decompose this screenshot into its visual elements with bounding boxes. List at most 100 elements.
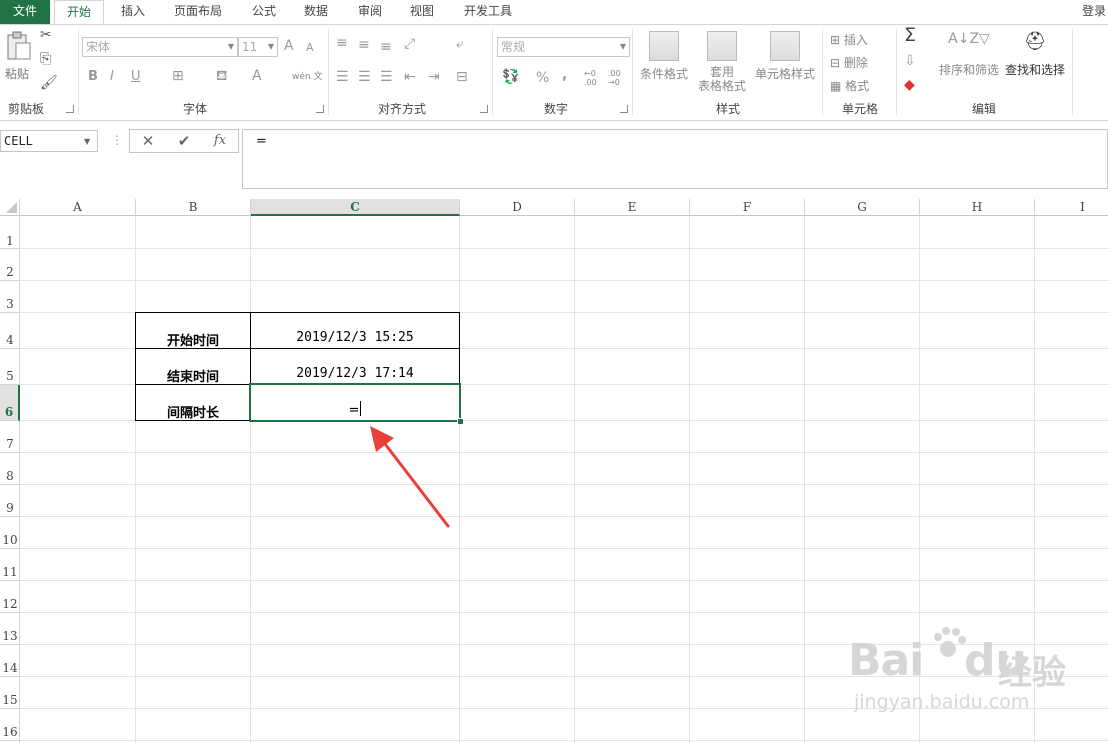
align-left-icon[interactable]: ☰ xyxy=(336,69,349,85)
fill-color-icon[interactable]: ⛾ xyxy=(216,68,227,84)
row-header-16[interactable]: 16 xyxy=(0,709,20,741)
row-header-10[interactable]: 10 xyxy=(0,517,20,549)
tab-file[interactable]: 文件 xyxy=(0,0,50,24)
font-name-select[interactable]: 宋体 ▼ xyxy=(82,37,238,57)
row-header-3[interactable]: 3 xyxy=(0,281,20,313)
select-all-icon xyxy=(6,202,17,213)
align-top-icon[interactable]: ≡ xyxy=(336,35,348,51)
clipboard-launcher-icon[interactable] xyxy=(66,105,74,113)
row-header-7[interactable]: 7 xyxy=(0,421,20,453)
number-format-select[interactable]: 常规 ▼ xyxy=(497,37,630,57)
column-header-e[interactable]: E xyxy=(575,199,690,216)
row-header-9[interactable]: 9 xyxy=(0,485,20,517)
border-icon[interactable]: ⊞ xyxy=(172,68,184,84)
tab-view[interactable]: 视图 xyxy=(402,0,442,24)
cell-c5[interactable]: 2019/12/3 17:14 xyxy=(250,348,460,385)
select-all-corner[interactable] xyxy=(0,199,20,216)
column-header-h[interactable]: H xyxy=(920,199,1035,216)
percent-button[interactable]: % xyxy=(536,70,549,86)
row-header-2[interactable]: 2 xyxy=(0,249,20,281)
decrease-decimal-button[interactable]: .00 →0 xyxy=(608,69,630,87)
format-painter-icon[interactable]: 🖌 xyxy=(40,75,58,91)
decrease-indent-icon[interactable]: ⇤ xyxy=(404,69,416,85)
number-launcher-icon[interactable] xyxy=(620,105,628,113)
cell-b6[interactable]: 间隔时长 xyxy=(135,384,251,421)
grow-font-icon[interactable]: A xyxy=(284,38,294,54)
sign-in-link[interactable]: 登录 xyxy=(1080,0,1108,24)
row-header-8[interactable]: 8 xyxy=(0,453,20,485)
row-header-14[interactable]: 14 xyxy=(0,645,20,677)
align-right-icon[interactable]: ☰ xyxy=(380,69,393,85)
tab-data[interactable]: 数据 xyxy=(296,0,336,24)
comma-button[interactable]: , xyxy=(562,67,567,83)
shrink-font-icon[interactable]: A xyxy=(306,40,314,56)
insert-cells-button[interactable]: ⊞ 插入 xyxy=(830,31,868,48)
row-header-6[interactable]: 6 xyxy=(0,385,20,421)
find-select-button[interactable]: ⛑ 查找和选择 xyxy=(1002,31,1068,78)
column-header-f[interactable]: F xyxy=(690,199,805,216)
column-header-a[interactable]: A xyxy=(20,199,136,216)
enter-icon[interactable]: ✔ xyxy=(172,130,196,152)
tab-formulas[interactable]: 公式 xyxy=(244,0,284,24)
increase-indent-icon[interactable]: ⇥ xyxy=(428,69,440,85)
fill-handle[interactable] xyxy=(457,418,464,425)
cell-b4[interactable]: 开始时间 xyxy=(135,312,251,349)
row-header-1[interactable]: 1 xyxy=(0,216,20,249)
bold-button[interactable]: B xyxy=(88,69,98,85)
fill-icon[interactable]: ⇩ xyxy=(904,53,916,69)
splitter-handle[interactable]: ⋮ xyxy=(111,133,123,147)
cell-styles-button[interactable]: 单元格样式 xyxy=(752,31,818,82)
wrap-text-icon[interactable]: ⤶ xyxy=(456,36,464,52)
row-header-5[interactable]: 5 xyxy=(0,349,20,385)
orientation-icon[interactable]: ⤢ xyxy=(404,36,415,52)
cell-b5[interactable]: 结束时间 xyxy=(135,348,251,385)
tab-insert[interactable]: 插入 xyxy=(112,0,154,24)
menu-bar: 文件 开始 插入 页面布局 公式 数据 审阅 视图 开发工具 登录 xyxy=(0,0,1108,25)
font-launcher-icon[interactable] xyxy=(316,105,324,113)
column-header-b[interactable]: B xyxy=(136,199,251,216)
sort-filter-button[interactable]: A↓Z▽ 排序和筛选 xyxy=(936,31,1002,78)
format-as-table-button[interactable]: 套用 表格格式 xyxy=(690,31,754,93)
merge-center-icon[interactable]: ⊟ xyxy=(456,69,468,85)
cut-icon[interactable]: ✂ xyxy=(40,27,52,43)
row-header-4[interactable]: 4 xyxy=(0,313,20,349)
column-header-i[interactable]: I xyxy=(1035,199,1108,216)
align-center-icon[interactable]: ☰ xyxy=(358,69,371,85)
underline-button[interactable]: U xyxy=(131,69,141,85)
chevron-down-icon[interactable]: ▼ xyxy=(84,137,90,146)
clear-icon[interactable]: ◆ xyxy=(904,77,915,93)
increase-decimal-button[interactable]: ←0 .00 xyxy=(584,69,606,87)
cell-c4[interactable]: 2019/12/3 15:25 xyxy=(250,312,460,349)
column-header-g[interactable]: G xyxy=(805,199,920,216)
insert-function-icon[interactable]: fx xyxy=(208,130,232,152)
accounting-icon[interactable]: 💱 xyxy=(502,69,519,85)
cancel-icon[interactable]: ✕ xyxy=(137,130,159,152)
phonetic-icon[interactable]: wén 文 xyxy=(292,69,322,82)
row-header-15[interactable]: 15 xyxy=(0,677,20,709)
align-middle-icon[interactable]: ≡ xyxy=(358,37,370,53)
paste-button[interactable] xyxy=(4,31,32,61)
italic-button[interactable]: I xyxy=(110,69,114,85)
tab-home[interactable]: 开始 xyxy=(54,0,104,24)
tab-developer[interactable]: 开发工具 xyxy=(456,0,520,24)
formula-input[interactable]: = xyxy=(242,129,1108,189)
tab-review[interactable]: 审阅 xyxy=(350,0,390,24)
row-header-13[interactable]: 13 xyxy=(0,613,20,645)
format-cells-button[interactable]: ▦ 格式 xyxy=(830,77,869,94)
row-header-12[interactable]: 12 xyxy=(0,581,20,613)
alignment-launcher-icon[interactable] xyxy=(480,105,488,113)
column-header-c[interactable]: C xyxy=(251,199,460,216)
conditional-format-button[interactable]: 条件格式 xyxy=(638,31,690,82)
align-bottom-icon[interactable]: ≡ xyxy=(380,39,392,55)
tab-page-layout[interactable]: 页面布局 xyxy=(166,0,230,24)
column-header-d[interactable]: D xyxy=(460,199,575,216)
font-color-icon[interactable]: A xyxy=(252,68,262,84)
row-header-11[interactable]: 11 xyxy=(0,549,20,581)
copy-icon[interactable]: ⎘ xyxy=(40,51,51,67)
active-cell-c6[interactable]: = xyxy=(249,383,461,422)
divider xyxy=(78,29,79,115)
grid-line xyxy=(20,484,1108,485)
font-size-select[interactable]: 11 ▼ xyxy=(238,37,278,57)
delete-cells-button[interactable]: ⊟ 删除 xyxy=(830,54,868,71)
autosum-icon[interactable]: Σ xyxy=(904,26,916,45)
